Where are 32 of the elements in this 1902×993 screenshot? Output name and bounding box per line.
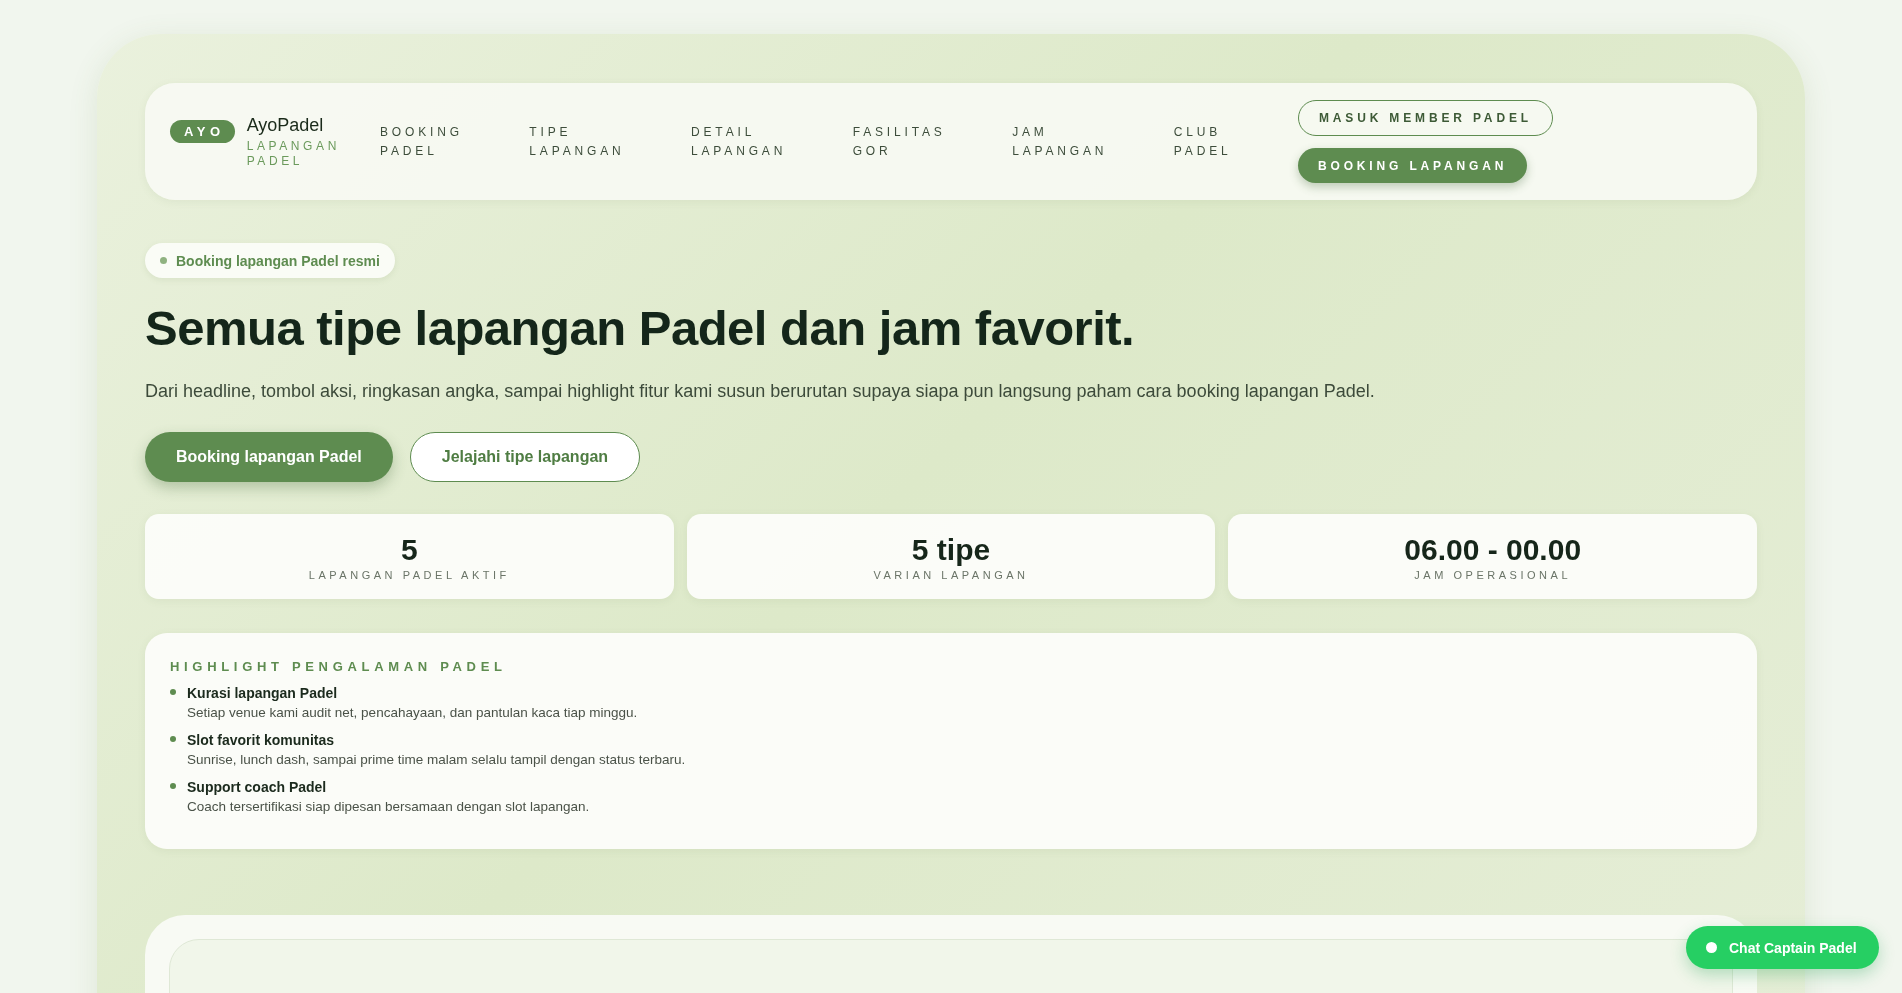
bullet-icon bbox=[170, 783, 176, 789]
section-heading: HIGHLIGHT PENGALAMAN PADEL bbox=[170, 659, 508, 674]
nav-link[interactable]: TIPE LAPANGAN bbox=[529, 122, 625, 161]
hero-button[interactable]: Jelajahi tipe lapangan bbox=[409, 432, 641, 482]
nav-link[interactable]: BOOKING PADEL bbox=[380, 122, 463, 161]
header-button[interactable]: BOOKING LAPANGAN bbox=[1298, 148, 1528, 183]
bullet-icon bbox=[170, 689, 176, 695]
logo-badge: AYO bbox=[170, 119, 235, 143]
hero-description: Dari headline, tombol aksi, ringkasan angka, sampai highlight fitur kami susun berurutan supaya siapa pun langsung paham cara booking lapangan Padel. bbox=[145, 380, 1376, 403]
stat-value: 06.00 - 00.00 bbox=[1404, 532, 1582, 567]
nav-link[interactable]: JAM LAPANGAN bbox=[1012, 122, 1108, 161]
bullet-icon bbox=[170, 736, 176, 742]
highlight-title: Kurasi lapangan Padel bbox=[187, 684, 339, 703]
nav-link[interactable]: FASILITAS GOR bbox=[852, 122, 946, 161]
nav-link[interactable]: CLUB PADEL bbox=[1173, 122, 1232, 161]
hero-button[interactable]: Booking lapangan Padel bbox=[145, 432, 393, 482]
stat-label: LAPANGAN PADEL AKTIF bbox=[308, 568, 510, 581]
highlight-text: Coach tersertifikasi siap dipesan bersamaan dengan slot lapangan. bbox=[187, 798, 590, 816]
brand-tagline: LAPANGAN PADEL bbox=[246, 138, 340, 169]
nav-link[interactable]: DETAIL LAPANGAN bbox=[691, 122, 787, 161]
stat-value: 5 bbox=[401, 532, 418, 567]
highlight-text: Sunrise, lunch dash, sampai prime time malam selalu tampil dengan status terbaru. bbox=[187, 751, 686, 769]
stat-value: 5 tipe bbox=[911, 532, 991, 567]
stat-label: VARIAN LAPANGAN bbox=[873, 568, 1029, 581]
highlight-title: Support coach Padel bbox=[187, 778, 328, 797]
status-badge: Booking lapangan Padel resmi bbox=[145, 243, 395, 278]
status-dot-icon bbox=[1706, 942, 1717, 953]
highlight-text: Setiap venue kami audit net, pencahayaan, dan pantulan kaca tiap minggu. bbox=[187, 704, 638, 722]
hero-title: Semua tipe lapangan Padel dan jam favorit. bbox=[145, 300, 1136, 357]
highlight-title: Slot favorit komunitas bbox=[187, 731, 336, 750]
stat-label: JAM OPERASIONAL bbox=[1414, 568, 1572, 581]
brand-name: AyoPadel bbox=[246, 114, 325, 136]
